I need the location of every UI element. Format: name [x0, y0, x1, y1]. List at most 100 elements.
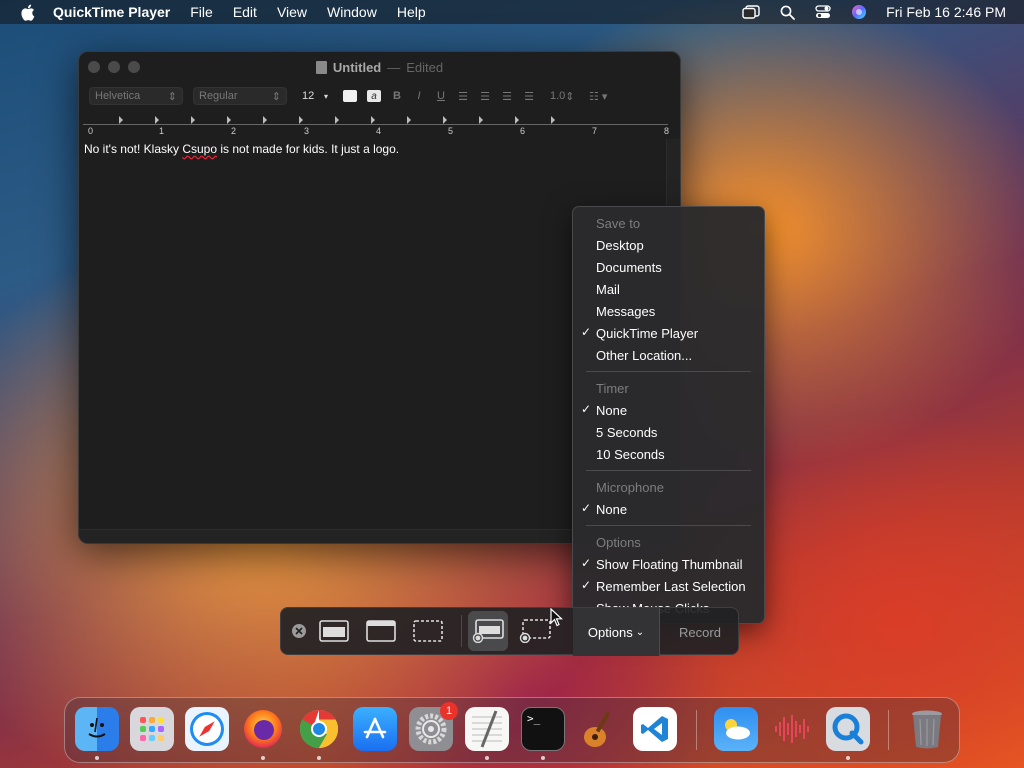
- close-capture-button[interactable]: [292, 624, 306, 638]
- align-center-icon[interactable]: ☰: [479, 90, 491, 103]
- tab-stop-marker[interactable]: [119, 116, 123, 124]
- menu-view[interactable]: View: [277, 4, 307, 20]
- tab-stop-marker[interactable]: [371, 116, 375, 124]
- highlight-color-icon[interactable]: a: [367, 90, 381, 102]
- tab-stop-marker[interactable]: [299, 116, 303, 124]
- menu-item-documents[interactable]: Documents: [573, 256, 764, 278]
- audio-waveform-icon[interactable]: [770, 707, 814, 751]
- font-size-value: 12: [302, 90, 315, 102]
- menu-app-name[interactable]: QuickTime Player: [53, 4, 170, 20]
- align-justify-icon[interactable]: ☰: [523, 90, 535, 103]
- document-text[interactable]: No it's not! Klasky Csupo is not made fo…: [84, 142, 661, 156]
- font-style-value: Regular: [199, 90, 238, 102]
- options-button[interactable]: Options ⌄: [573, 608, 659, 656]
- menu-item-mail[interactable]: Mail: [573, 278, 764, 300]
- menu-item-5-seconds[interactable]: 5 Seconds: [573, 421, 764, 443]
- checkmark-icon: ✓: [581, 578, 592, 592]
- menu-item-other-location[interactable]: Other Location...: [573, 344, 764, 366]
- menu-item-show-floating-thumbnail[interactable]: ✓ Show Floating Thumbnail: [573, 553, 764, 575]
- tab-stop-marker[interactable]: [263, 116, 267, 124]
- finder-icon[interactable]: [75, 707, 119, 751]
- mouse-cursor-icon: [550, 607, 564, 628]
- underline-button[interactable]: U: [435, 90, 447, 102]
- firefox-icon[interactable]: [241, 707, 285, 751]
- tab-stop-marker[interactable]: [515, 116, 519, 124]
- document-name: Untitled: [332, 59, 382, 75]
- launchpad-icon[interactable]: [130, 707, 174, 751]
- bold-button[interactable]: B: [391, 90, 403, 102]
- trash-icon[interactable]: [905, 707, 949, 751]
- menu-section-header: Timer: [596, 380, 629, 396]
- spotlight-search-icon[interactable]: [778, 3, 796, 21]
- menu-file[interactable]: File: [190, 4, 213, 20]
- capture-selection-icon[interactable]: [408, 611, 448, 651]
- capture-window-icon[interactable]: [361, 611, 401, 651]
- ruler[interactable]: 0 1 2 3 4 5 6 7 8: [79, 116, 680, 138]
- apple-menu-icon[interactable]: [17, 2, 37, 22]
- app-store-icon[interactable]: [353, 707, 397, 751]
- align-left-icon[interactable]: ☰: [457, 90, 469, 103]
- menu-item-microphone-none[interactable]: ✓ None: [573, 498, 764, 520]
- menu-item-desktop[interactable]: Desktop: [573, 234, 764, 256]
- menu-item-label: Show Floating Thumbnail: [596, 556, 743, 572]
- tab-stop-marker[interactable]: [479, 116, 483, 124]
- system-settings-icon[interactable]: 1: [409, 702, 458, 751]
- notification-badge: 1: [440, 702, 458, 720]
- tab-stop-marker[interactable]: [407, 116, 411, 124]
- screenshot-toolbar: Options ⌄ Record: [280, 607, 740, 656]
- menu-item-quicktime-player[interactable]: ✓ QuickTime Player: [573, 322, 764, 344]
- menu-item-label: Documents: [596, 259, 662, 275]
- list-bullets-icon[interactable]: ☷ ▾: [589, 90, 607, 103]
- tab-stop-marker[interactable]: [227, 116, 231, 124]
- record-button-label: Record: [679, 624, 721, 640]
- tab-stop-marker[interactable]: [335, 116, 339, 124]
- textedit-icon[interactable]: [465, 707, 509, 751]
- menu-clock[interactable]: Fri Feb 16 2:46 PM: [886, 4, 1006, 20]
- dock-separator: [696, 710, 697, 750]
- tab-stop-marker[interactable]: [191, 116, 195, 124]
- running-indicator: [541, 756, 545, 760]
- edited-label: Edited: [406, 59, 444, 75]
- chrome-icon[interactable]: [297, 707, 341, 751]
- misspelled-word[interactable]: Csupo: [182, 142, 217, 156]
- tab-stop-marker[interactable]: [155, 116, 159, 124]
- title-bar[interactable]: Untitled — Edited: [79, 52, 680, 82]
- menu-edit[interactable]: Edit: [233, 4, 257, 20]
- window-switcher-icon[interactable]: [742, 3, 760, 21]
- garageband-icon[interactable]: [577, 707, 621, 751]
- options-button-label: Options: [587, 624, 633, 640]
- menu-item-10-seconds[interactable]: 10 Seconds: [573, 443, 764, 465]
- record-button[interactable]: Record: [659, 608, 740, 656]
- capture-entire-screen-icon[interactable]: [314, 611, 354, 651]
- menu-window[interactable]: Window: [327, 4, 377, 20]
- safari-icon[interactable]: [185, 707, 229, 751]
- menu-item-remember-last-selection[interactable]: ✓ Remember Last Selection: [573, 575, 764, 597]
- menu-item-timer-none[interactable]: ✓ None: [573, 399, 764, 421]
- text-color-swatch[interactable]: [343, 90, 357, 102]
- font-size-select[interactable]: 12 ▾: [297, 87, 333, 105]
- italic-button[interactable]: I: [413, 90, 425, 102]
- align-right-icon[interactable]: ☰: [501, 90, 513, 103]
- terminal-icon[interactable]: >_: [521, 707, 565, 751]
- updown-chevron-icon: ⇕: [565, 90, 575, 103]
- weather-icon[interactable]: [714, 707, 758, 751]
- toolbar-divider: [461, 615, 462, 647]
- tab-stop-marker[interactable]: [443, 116, 447, 124]
- ruler-number: 7: [592, 126, 598, 136]
- menu-help[interactable]: Help: [397, 4, 426, 20]
- ruler-number: 4: [376, 126, 382, 136]
- menu-section-header: Save to: [596, 215, 641, 231]
- font-style-select[interactable]: Regular ⇕: [193, 87, 287, 105]
- menu-item-messages[interactable]: Messages: [573, 300, 764, 322]
- checkmark-icon: ✓: [581, 501, 592, 515]
- quicktime-player-icon[interactable]: [826, 707, 870, 751]
- menu-item-label: 10 Seconds: [596, 446, 665, 462]
- tab-stop-marker[interactable]: [551, 116, 555, 124]
- vscode-icon[interactable]: [633, 707, 677, 751]
- siri-icon[interactable]: [850, 3, 868, 21]
- control-center-icon[interactable]: [814, 3, 832, 21]
- record-entire-screen-icon[interactable]: [468, 611, 508, 651]
- line-spacing-select[interactable]: 1.0 ⇕: [545, 87, 579, 105]
- record-selection-icon[interactable]: [515, 611, 555, 651]
- font-family-select[interactable]: Helvetica ⇕: [89, 87, 183, 105]
